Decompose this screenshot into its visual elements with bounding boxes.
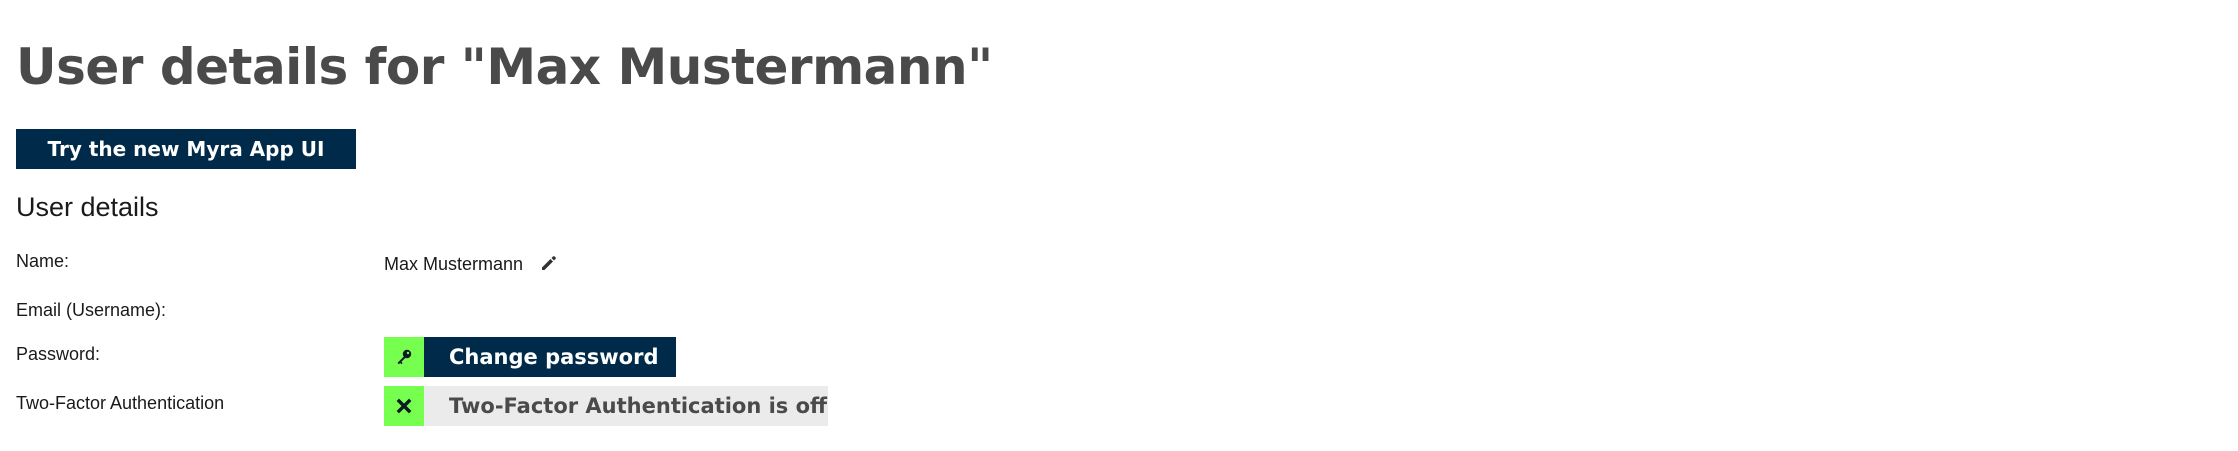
pencil-icon[interactable] <box>540 254 558 272</box>
key-icon <box>384 337 424 377</box>
two-factor-status-label: Two-Factor Authentication is off <box>424 386 828 426</box>
change-password-label: Change password <box>424 337 676 377</box>
close-icon <box>384 386 424 426</box>
two-factor-label: Two-Factor Authentication <box>16 393 225 413</box>
change-password-button[interactable]: Change password <box>384 337 676 377</box>
two-factor-toggle-button[interactable]: Two-Factor Authentication is off <box>384 386 828 426</box>
email-label: Email (Username): <box>16 300 167 320</box>
try-new-ui-button[interactable]: Try the new Myra App UI <box>16 129 356 169</box>
name-label: Name: <box>16 251 70 271</box>
password-label: Password: <box>16 344 101 364</box>
pencil-icon-graphic <box>542 256 556 270</box>
page-title: User details for "Max Mustermann" <box>16 38 993 96</box>
name-value: Max Mustermann <box>384 254 524 274</box>
section-heading-user-details: User details <box>16 192 159 222</box>
